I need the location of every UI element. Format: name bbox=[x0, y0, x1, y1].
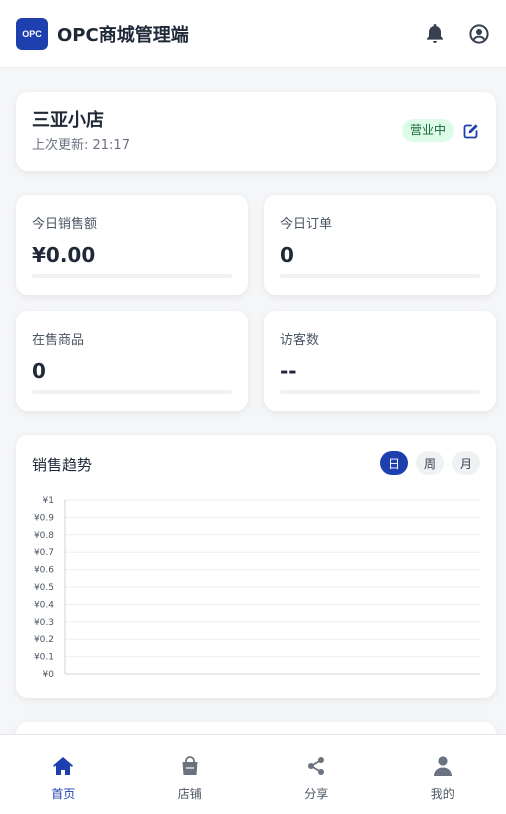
stat-value: ¥0.00 bbox=[32, 243, 96, 267]
stat-label: 今日销售额 bbox=[32, 217, 98, 232]
stat-value: -- bbox=[280, 359, 297, 383]
nav-item-home[interactable]: 首页 bbox=[0, 735, 127, 814]
stat-bar bbox=[280, 390, 480, 394]
y-tick-label: ¥0.5 bbox=[34, 583, 54, 593]
bell-icon[interactable] bbox=[424, 23, 446, 45]
stat-card-orders: 今日订单 0 bbox=[264, 195, 496, 295]
home-icon bbox=[52, 755, 74, 777]
edit-icon[interactable] bbox=[462, 122, 480, 140]
nav-item-profile[interactable]: 我的 bbox=[380, 735, 506, 814]
store-card: 三亚小店 上次更新: 21:17 营业中 bbox=[16, 92, 496, 171]
y-tick-label: ¥0.8 bbox=[34, 531, 54, 541]
status-badge: 营业中 bbox=[401, 119, 454, 142]
header-actions bbox=[424, 23, 490, 45]
stat-bar bbox=[32, 274, 232, 278]
y-tick-label: ¥0.9 bbox=[34, 513, 54, 523]
stat-bar bbox=[32, 390, 232, 394]
user-circle-icon[interactable] bbox=[468, 23, 490, 45]
y-tick-label: ¥1 bbox=[43, 496, 54, 506]
y-tick-label: ¥0.6 bbox=[34, 566, 54, 576]
share-icon bbox=[305, 755, 327, 777]
y-tick-label: ¥0.3 bbox=[34, 618, 54, 628]
stat-value: 0 bbox=[32, 359, 46, 383]
app-logo: OPC bbox=[16, 17, 48, 50]
y-tick-label: ¥0.2 bbox=[34, 635, 54, 645]
stat-bar bbox=[280, 274, 480, 278]
stat-card-products: 在售商品 0 bbox=[16, 311, 248, 411]
nav-item-store[interactable]: 店铺 bbox=[127, 735, 254, 814]
stat-card-sales: 今日销售额 ¥0.00 bbox=[16, 195, 248, 295]
nav-label: 首页 bbox=[51, 787, 76, 801]
stat-label: 在售商品 bbox=[32, 333, 85, 348]
nav-label: 店铺 bbox=[177, 787, 202, 801]
nav-label: 分享 bbox=[304, 787, 329, 801]
y-tick-label: ¥0.1 bbox=[34, 653, 54, 663]
stat-card-visitors: 访客数 -- bbox=[264, 311, 496, 411]
store-status-area: 营业中 bbox=[401, 119, 480, 142]
stat-label: 今日订单 bbox=[280, 217, 333, 232]
app-header: OPC OPC商城管理端 bbox=[0, 0, 506, 68]
sales-trend-chart: ¥0 ¥0.1 ¥0.2 ¥0.3 ¥0.4 ¥0.5 ¥0.6 ¥0.7 ¥0.8 ¥0.9 ¥1 bbox=[34, 496, 480, 680]
y-tick-label: ¥0 bbox=[43, 670, 55, 680]
nav-item-share[interactable]: 分享 bbox=[253, 735, 380, 814]
stat-label: 访客数 bbox=[280, 333, 320, 348]
y-tick-label: ¥0.4 bbox=[34, 600, 54, 610]
nav-label: 我的 bbox=[430, 787, 455, 801]
bottom-nav: 首页 店铺 分享 我的 bbox=[0, 734, 506, 814]
y-tick-label: ¥0.7 bbox=[34, 548, 54, 558]
sales-trend-card: 销售趋势 日 周 月 ¥0 ¥0.1 ¥0.2 ¥0.3 ¥0.4 ¥0.5 ¥0.6 ¥0.… bbox=[16, 435, 496, 698]
stat-value: 0 bbox=[280, 243, 294, 267]
user-icon bbox=[432, 755, 454, 777]
shopping-bag-icon bbox=[179, 755, 201, 777]
app-title: OPC商城管理端 bbox=[57, 24, 189, 46]
